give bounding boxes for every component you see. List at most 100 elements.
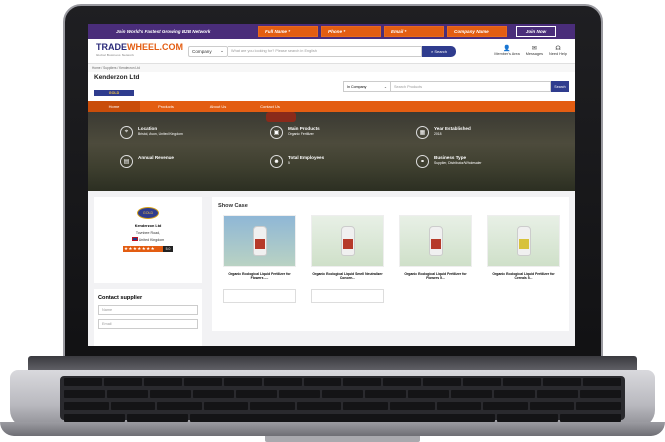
product-title[interactable]: Organic Ecological Liquid Smell Neutrali… — [311, 272, 384, 280]
company-search-input[interactable]: Search Products — [391, 81, 551, 92]
uk-flag-icon — [131, 237, 138, 241]
search-category-select[interactable]: Company ⌄ — [188, 45, 228, 57]
laptop-mockup: Join World's Fastest Growing B2B Network… — [0, 0, 665, 442]
signup-bar: Join World's Fastest Growing B2B Network… — [88, 24, 575, 39]
company-search-scope-value: In Company — [347, 84, 367, 89]
profile-address: Tovnbee Road, — [135, 231, 161, 235]
product-image — [311, 215, 384, 267]
stat-total-employees: ☻ Total Employees 5 — [270, 155, 324, 168]
gold-badge: GOLD — [94, 90, 134, 96]
need-help-link[interactable]: ☊ Need Help — [549, 46, 567, 56]
stat-value: Organic Fertilizer — [288, 132, 314, 136]
stat-title: Location — [138, 126, 158, 131]
laptop-screen: Join World's Fastest Growing B2B Network… — [88, 24, 575, 346]
rating-score: 5.0 — [163, 246, 173, 252]
product-card[interactable]: Organic Ecological Liquid Smell Neutrali… — [311, 215, 384, 280]
messages-label: Messages — [525, 52, 544, 56]
bottle-label — [518, 239, 529, 249]
tab-home[interactable]: Home — [88, 101, 140, 112]
location-pin-icon: ⌖ — [120, 126, 133, 139]
stat-title: Year Established — [434, 126, 471, 131]
rating-stars: ★★★★★★★ — [123, 246, 163, 252]
company-stats-banner: ⌖ Location Bristol, Avon, United Kingdom … — [88, 112, 575, 191]
site-header: TRADEWHEEL.COM Global Business Network C… — [88, 39, 575, 64]
messages-link[interactable]: ✉ Messages — [526, 46, 543, 56]
supplier-profile-card: GOLD Kenderzon Ltd Tovnbee Road, United … — [94, 197, 202, 283]
tractor-image — [266, 112, 296, 122]
supplier-rating: ★★★★★★★ 5.0 — [123, 246, 173, 252]
contact-email-input[interactable]: Email — [98, 319, 198, 329]
stat-value: Supplier, Distributor/Wholesaler — [434, 161, 482, 165]
company-nav: Home Products About Us Contact Us — [88, 101, 575, 112]
logo-tagline: Global Business Network — [96, 53, 135, 57]
product-title[interactable]: Organic Ecological Liquid Fertilizer for… — [399, 272, 472, 280]
product-card[interactable]: Organic Ecological Liquid Fertilizer for… — [487, 215, 560, 280]
search-input[interactable]: What are you looking for? Please search … — [228, 45, 422, 57]
product-card[interactable]: Organic Ecological Liquid Fertilizer for… — [223, 215, 296, 280]
header-actions: 👤 Member's Area ✉ Messages ☊ Need Help — [494, 46, 567, 56]
spray-bottle-image — [252, 226, 267, 256]
bottle-image — [516, 226, 531, 256]
product-card-partial[interactable] — [311, 289, 384, 303]
chart-icon: ▤ — [120, 155, 133, 168]
page-body: GOLD Kenderzon Ltd Tovnbee Road, United … — [88, 191, 575, 346]
laptop-foot — [0, 422, 665, 436]
chevron-down-icon: ⌄ — [220, 48, 224, 53]
contact-name-input[interactable]: Name — [98, 305, 198, 315]
company-search-scope-select[interactable]: In Company ⌄ — [343, 81, 391, 92]
stat-annual-revenue: ▤ Annual Revenue — [120, 155, 174, 168]
join-now-button[interactable]: Join Now — [516, 26, 556, 37]
chevron-down-icon: ⌄ — [383, 84, 387, 89]
need-help-label: Need Help — [549, 52, 567, 56]
search-button[interactable]: ⌕ Search — [422, 45, 456, 57]
tradewheel-logo[interactable]: TRADEWHEEL.COM Global Business Network — [96, 43, 188, 59]
product-title[interactable]: Organic Ecological Liquid Fertilizer for… — [223, 272, 296, 280]
tab-about-us[interactable]: About Us — [192, 104, 244, 109]
keyboard — [60, 376, 625, 422]
product-image — [487, 215, 560, 267]
profile-country: United Kingdom — [131, 237, 165, 242]
profile-country-label: United Kingdom — [138, 238, 165, 242]
profile-company-name: Kenderzon Ltd — [134, 224, 162, 228]
tab-products[interactable]: Products — [140, 104, 192, 109]
stat-location: ⌖ Location Bristol, Avon, United Kingdom — [120, 126, 183, 139]
laptop-base — [0, 356, 665, 442]
phone-field[interactable]: Phone * — [321, 26, 381, 37]
members-area-label: Member's Area — [494, 52, 520, 56]
product-card[interactable]: Organic Ecological Liquid Fertilizer for… — [399, 215, 472, 280]
stat-value: 2018 — [434, 132, 442, 136]
people-icon: ☻ — [270, 155, 283, 168]
full-name-field[interactable]: Full Name * — [258, 26, 318, 37]
product-title[interactable]: Organic Ecological Liquid Fertilizer for… — [487, 272, 560, 280]
showcase-grid: Organic Ecological Liquid Fertilizer for… — [218, 215, 563, 280]
stat-title: Total Employees — [288, 155, 325, 160]
breadcrumb[interactable]: Home / Suppliers / Kenderzon Ltd — [88, 64, 575, 72]
bottle-label — [430, 239, 441, 249]
email-field[interactable]: Email * — [384, 26, 444, 37]
laptop-deck — [10, 370, 655, 442]
bottle-image — [340, 226, 355, 256]
search-icon: ⌕ — [430, 48, 434, 54]
company-header: Kenderzon Ltd GOLD In Company ⌄ Search P… — [88, 72, 575, 101]
product-card-partial[interactable] — [223, 289, 296, 303]
company-search-button[interactable]: Search — [551, 81, 569, 92]
company-name-field[interactable]: Company Name — [447, 26, 507, 37]
members-area-link[interactable]: 👤 Member's Area — [494, 46, 519, 56]
bottle-label — [254, 239, 265, 249]
showcase-panel: Show Case Organic Ecological Liquid Fert… — [212, 197, 569, 331]
product-image — [223, 215, 296, 267]
stat-value: 5 — [288, 161, 290, 165]
logo-wheel: WHEEL.COM — [127, 42, 183, 52]
box-icon: ▣ — [270, 126, 283, 139]
bottle-image — [428, 226, 443, 256]
tab-contact-us[interactable]: Contact Us — [244, 104, 296, 109]
calendar-icon: ▦ — [416, 126, 429, 139]
stat-title: Main Products — [288, 126, 320, 131]
gold-supplier-badge: GOLD — [137, 207, 159, 219]
contact-supplier-title: Contact supplier — [98, 295, 143, 301]
promo-text: Join World's Fastest Growing B2B Network — [116, 29, 211, 34]
handshake-icon: ⚭ — [416, 155, 429, 168]
stat-title: Business Type — [434, 155, 467, 160]
search-button-label: Search — [434, 48, 448, 54]
left-column: GOLD Kenderzon Ltd Tovnbee Road, United … — [88, 191, 208, 346]
